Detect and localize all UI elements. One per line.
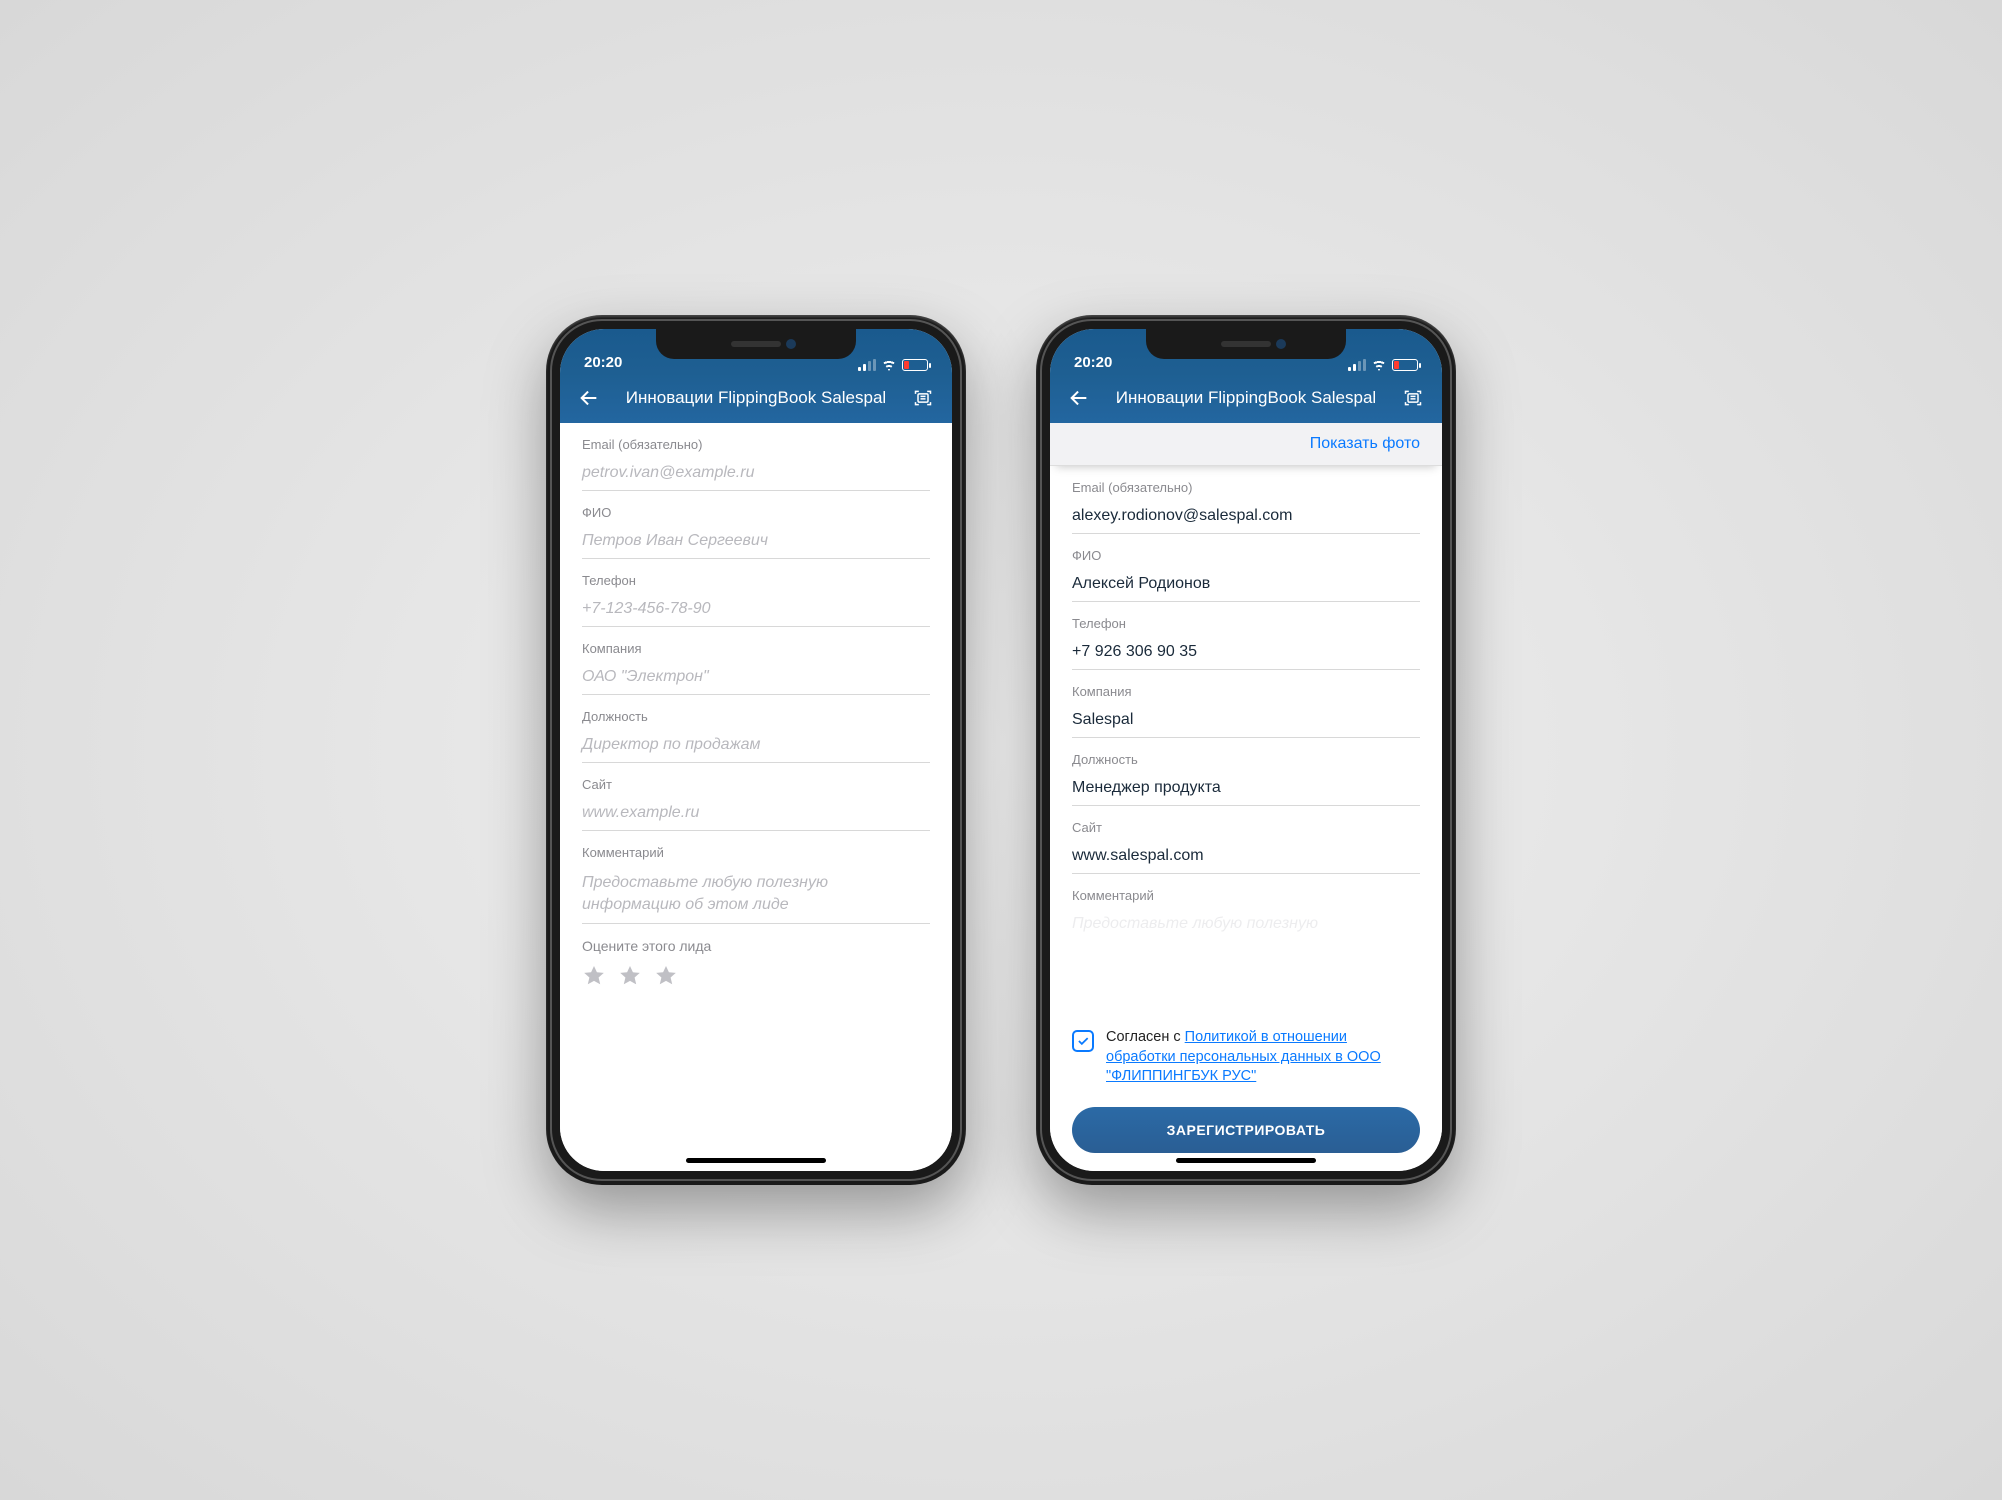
- phone-label: Телефон: [1072, 616, 1420, 631]
- comment-label: Комментарий: [1072, 888, 1420, 903]
- scan-button[interactable]: [910, 385, 936, 411]
- site-input[interactable]: www.salespal.com: [1072, 841, 1420, 874]
- home-indicator[interactable]: [686, 1158, 826, 1163]
- comment-input[interactable]: Предоставьте любую полезную: [1072, 909, 1420, 933]
- register-button[interactable]: ЗАРЕГИСТРИРОВАТЬ: [1072, 1107, 1420, 1153]
- company-input[interactable]: Salespal: [1072, 705, 1420, 738]
- home-indicator[interactable]: [1176, 1158, 1316, 1163]
- rating-stars[interactable]: [582, 964, 930, 988]
- show-photo-button[interactable]: Показать фото: [1050, 423, 1442, 466]
- cellular-icon: [858, 359, 876, 371]
- comment-label: Комментарий: [582, 845, 930, 860]
- status-time: 20:20: [1074, 354, 1112, 371]
- email-input[interactable]: petrov.ivan@example.ru: [582, 458, 930, 491]
- email-label: Email (обязательно): [1072, 480, 1420, 495]
- email-field-group: Email (обязательно) petrov.ivan@example.…: [582, 437, 930, 491]
- name-input[interactable]: Петров Иван Сергеевич: [582, 526, 930, 559]
- email-label: Email (обязательно): [582, 437, 930, 452]
- comment-input[interactable]: Предоставьте любую полезную информацию о…: [582, 866, 930, 924]
- name-label: ФИО: [1072, 548, 1420, 563]
- scan-button[interactable]: [1400, 385, 1426, 411]
- position-input[interactable]: Менеджер продукта: [1072, 773, 1420, 806]
- phone-mockup-left: 20:20 Инновации FlippingBook Salespal: [546, 315, 966, 1185]
- device-notch: [1146, 329, 1346, 359]
- consent-checkbox[interactable]: [1072, 1030, 1094, 1052]
- company-label: Компания: [1072, 684, 1420, 699]
- back-button[interactable]: [1066, 385, 1092, 411]
- battery-icon: [902, 359, 928, 371]
- company-input[interactable]: ОАО "Электрон": [582, 662, 930, 695]
- star-icon[interactable]: [654, 964, 678, 988]
- star-icon[interactable]: [582, 964, 606, 988]
- site-input[interactable]: www.example.ru: [582, 798, 930, 831]
- cellular-icon: [1348, 359, 1366, 371]
- device-notch: [656, 329, 856, 359]
- site-label: Сайт: [1072, 820, 1420, 835]
- back-button[interactable]: [576, 385, 602, 411]
- consent-prefix: Согласен с: [1106, 1029, 1185, 1045]
- battery-icon: [1392, 359, 1418, 371]
- email-input[interactable]: alexey.rodionov@salespal.com: [1072, 501, 1420, 534]
- phone-label: Телефон: [582, 573, 930, 588]
- consent-row: Согласен с Политикой в отношении обработ…: [1050, 1028, 1442, 1101]
- name-input[interactable]: Алексей Родионов: [1072, 569, 1420, 602]
- name-label: ФИО: [582, 505, 930, 520]
- phone-input[interactable]: +7-123-456-78-90: [582, 594, 930, 627]
- nav-bar: Инновации FlippingBook Salespal: [560, 373, 952, 423]
- site-label: Сайт: [582, 777, 930, 792]
- wifi-icon: [1371, 359, 1387, 371]
- nav-bar: Инновации FlippingBook Salespal: [1050, 373, 1442, 423]
- position-label: Должность: [1072, 752, 1420, 767]
- nav-title: Инновации FlippingBook Salespal: [614, 388, 898, 408]
- star-icon[interactable]: [618, 964, 642, 988]
- rating-label: Оцените этого лида: [582, 938, 930, 954]
- consent-text: Согласен с Политикой в отношении обработ…: [1106, 1028, 1420, 1087]
- status-time: 20:20: [584, 354, 622, 371]
- phone-mockup-right: 20:20 Инновации FlippingBook Salespal: [1036, 315, 1456, 1185]
- phone-input[interactable]: +7 926 306 90 35: [1072, 637, 1420, 670]
- wifi-icon: [881, 359, 897, 371]
- nav-title: Инновации FlippingBook Salespal: [1104, 388, 1388, 408]
- company-label: Компания: [582, 641, 930, 656]
- position-input[interactable]: Директор по продажам: [582, 730, 930, 763]
- position-label: Должность: [582, 709, 930, 724]
